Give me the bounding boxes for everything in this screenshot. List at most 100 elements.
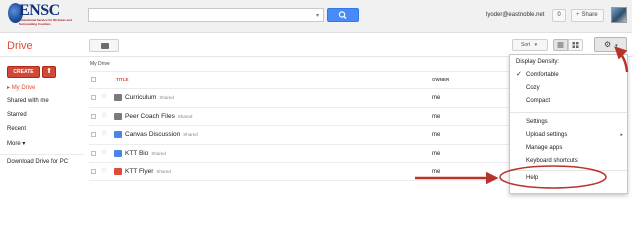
settings-menu: Display Density: ✓ Comfortable Cozy Comp… — [509, 54, 628, 194]
notification-count[interactable]: 0 — [552, 9, 566, 22]
shared-badge: Shared — [156, 169, 171, 174]
ensc-logo[interactable]: ENSC Educational Service for Nicholas an… — [8, 2, 72, 30]
list-view-button[interactable] — [553, 39, 568, 51]
logo-subtitle: Educational Service for Nicholas and Sur… — [19, 18, 72, 26]
grid-view-button[interactable] — [568, 39, 583, 51]
sidebar-item-my-drive[interactable]: ▸ My Drive — [7, 84, 35, 91]
row-checkbox[interactable] — [91, 132, 96, 137]
chevron-down-icon: ▾ — [20, 141, 26, 147]
share-button[interactable]: + Share — [571, 9, 604, 22]
menu-item-settings[interactable]: Settings — [526, 119, 548, 125]
sidebar-item-starred[interactable]: Starred — [7, 112, 27, 118]
sort-button[interactable]: Sort ▾ — [512, 39, 548, 51]
sidebar-item-recent[interactable]: Recent — [7, 126, 26, 132]
create-button[interactable]: CREATE — [7, 66, 40, 78]
file-title: KTT Bio — [125, 150, 149, 157]
menu-item-cozy[interactable]: Cozy — [526, 85, 540, 91]
document-icon — [114, 150, 122, 157]
star-icon[interactable]: ☆ — [101, 111, 107, 119]
file-owner: me — [432, 169, 441, 175]
menu-item-keyboard-shortcuts[interactable]: Keyboard shortcuts — [526, 158, 578, 164]
upload-icon: ⬆ — [46, 68, 52, 75]
document-icon — [114, 131, 122, 138]
file-owner: me — [432, 132, 441, 138]
search-button[interactable] — [327, 8, 359, 22]
sidebar-item-label: Shared with me — [7, 98, 49, 104]
list-view-icon — [557, 42, 564, 48]
sidebar-item-label: Starred — [7, 112, 27, 118]
file-name[interactable]: Peer Coach Files Shared — [125, 113, 192, 120]
page-title: Drive — [7, 40, 33, 52]
row-divider — [89, 144, 511, 145]
menu-item-help[interactable]: Help — [526, 175, 538, 181]
menu-divider — [510, 112, 627, 113]
sidebar-item-label: My Drive — [11, 85, 36, 91]
display-density-heading: Display Density: — [516, 59, 560, 65]
search-options-icon[interactable]: ▾ — [316, 12, 319, 19]
file-owner: me — [432, 114, 441, 120]
row-divider — [89, 125, 511, 126]
file-name[interactable]: KTT Bio Shared — [125, 150, 166, 157]
row-divider — [89, 180, 511, 181]
star-icon[interactable]: ☆ — [101, 129, 107, 137]
sidebar-divider — [0, 154, 84, 155]
shared-badge: Shared — [183, 132, 198, 137]
star-icon[interactable]: ☆ — [101, 148, 107, 156]
select-all-checkbox[interactable] — [91, 77, 96, 82]
row-divider — [89, 162, 511, 163]
plus-icon: + — [576, 12, 580, 18]
file-name[interactable]: Canvas Discussion Shared — [125, 131, 198, 138]
menu-item-manage-apps[interactable]: Manage apps — [526, 145, 562, 151]
shared-folder-icon — [114, 94, 122, 101]
column-header-owner[interactable]: OWNER — [432, 77, 449, 82]
column-header-title[interactable]: TITLE — [116, 77, 129, 82]
share-label: Share — [581, 12, 598, 18]
sidebar-item-more[interactable]: More ▾ — [7, 140, 25, 147]
menu-item-upload-settings[interactable]: Upload settings — [526, 132, 567, 138]
list-header-divider — [89, 88, 511, 89]
avatar[interactable] — [611, 7, 627, 23]
menu-item-compact[interactable]: Compact — [526, 98, 550, 104]
sidebar-item-label: Recent — [7, 126, 27, 132]
file-owner: me — [432, 95, 441, 101]
pdf-icon — [114, 168, 122, 175]
star-icon[interactable]: ☆ — [101, 166, 107, 174]
list-header-top-divider — [89, 71, 511, 72]
gear-icon: ⚙ — [604, 40, 612, 49]
settings-button[interactable]: ⚙ ▾ — [594, 37, 627, 52]
sidebar-item-shared-with-me[interactable]: Shared with me — [7, 98, 49, 104]
file-name[interactable]: KTT Flyer Shared — [125, 168, 171, 175]
sidebar-item-download-drive[interactable]: Download Drive for PC — [7, 159, 68, 165]
search-icon — [338, 11, 347, 19]
file-title: KTT Flyer — [125, 168, 154, 175]
submenu-arrow-icon: ▸ — [620, 132, 623, 138]
shared-badge: Shared — [159, 95, 174, 100]
menu-item-comfortable[interactable]: Comfortable — [526, 72, 559, 78]
shared-folder-icon — [114, 113, 122, 120]
grid-view-icon — [572, 42, 579, 48]
row-checkbox[interactable] — [91, 114, 96, 119]
new-folder-button[interactable] — [89, 39, 119, 52]
sort-label: Sort — [521, 42, 531, 48]
row-checkbox[interactable] — [91, 151, 96, 156]
sidebar-item-label: More — [7, 141, 21, 147]
check-icon: ✓ — [516, 71, 522, 78]
row-divider — [89, 107, 511, 108]
file-name[interactable]: Curriculum Shared — [125, 94, 174, 101]
folder-icon — [101, 43, 109, 49]
search-input[interactable]: ▾ — [88, 8, 324, 22]
user-email[interactable]: lyoder@eastnoble.net — [486, 12, 544, 18]
file-owner: me — [432, 151, 441, 157]
row-checkbox[interactable] — [91, 95, 96, 100]
shared-badge: Shared — [177, 114, 193, 119]
row-checkbox[interactable] — [91, 169, 96, 174]
chevron-down-icon: ▾ — [615, 43, 618, 49]
menu-divider — [510, 170, 627, 171]
shared-badge: Shared — [151, 151, 166, 156]
upload-button[interactable]: ⬆ — [42, 66, 56, 78]
file-title: Peer Coach Files — [125, 113, 175, 120]
breadcrumb[interactable]: My Drive — [90, 61, 110, 67]
star-icon[interactable]: ☆ — [101, 92, 107, 100]
chevron-down-icon: ▾ — [534, 42, 538, 48]
top-bar: ENSC Educational Service for Nicholas an… — [0, 0, 632, 33]
